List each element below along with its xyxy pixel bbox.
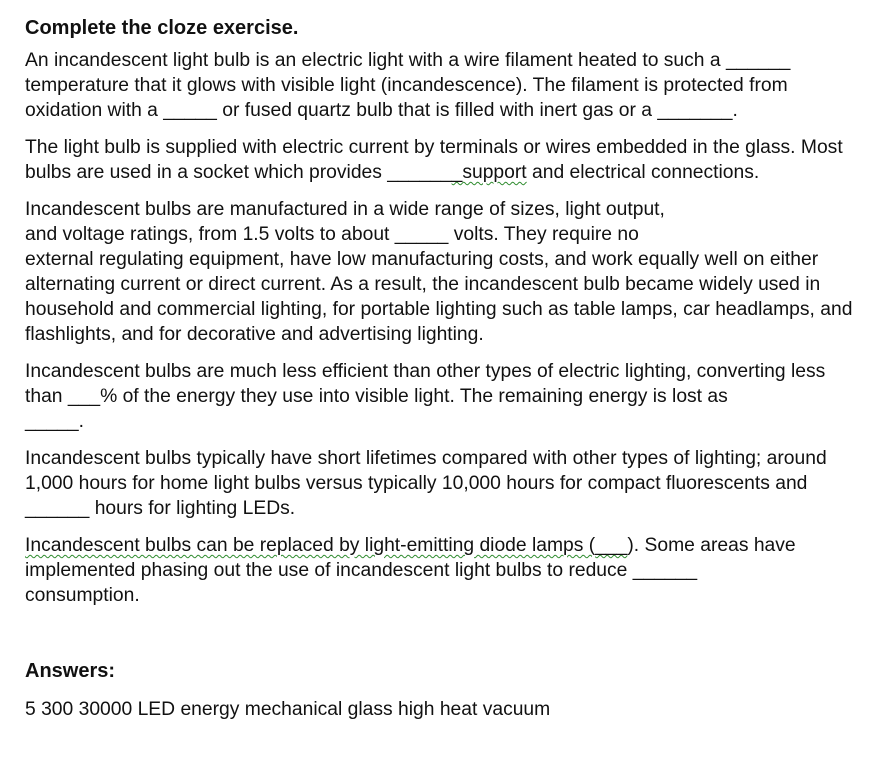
paragraph-4-text-c: .: [78, 411, 84, 432]
paragraph-5-text-a: Incandescent bulbs typically have short …: [25, 448, 827, 494]
paragraph-6-text-c: consumption.: [25, 585, 140, 606]
paragraph-5: Incandescent bulbs typically have short …: [25, 446, 855, 521]
blank-1-1: ______: [725, 50, 791, 71]
paragraph-2-text-c: and electrical connections.: [526, 162, 760, 183]
blank-1-2: _____: [163, 100, 217, 121]
paragraph-3-text-d: external regulating equipment, have low …: [25, 249, 853, 345]
blank-6-1: ___: [595, 535, 628, 556]
answers-text: 5 300 30000 LED energy mechanical glass …: [25, 699, 551, 720]
document-page: Complete the cloze exercise. An incandes…: [0, 0, 871, 762]
paragraph-1-text-d: .: [732, 100, 738, 121]
paragraph-3-text-c: volts. They require no: [448, 224, 639, 245]
paragraph-3-text-a: Incandescent bulbs are manufactured in a…: [25, 199, 665, 220]
blank-2-1: ______: [387, 162, 452, 183]
paragraph-4: Incandescent bulbs are much less efficie…: [25, 359, 855, 434]
blank-6-2: ______: [632, 560, 698, 581]
paragraph-3: Incandescent bulbs are manufactured in a…: [25, 197, 855, 347]
paragraph-5-text-b: hours for lighting LEDs.: [89, 498, 296, 519]
answers-heading: Answers:: [25, 660, 116, 682]
blank-1-3: _______: [657, 100, 733, 121]
paragraph-4-text-b: % of the energy they use into visible li…: [100, 386, 728, 407]
blank-4-1: ___: [67, 386, 101, 407]
exercise-title: Complete the cloze exercise.: [25, 17, 299, 39]
blank-3-1: _____: [394, 224, 449, 245]
paragraph-1-text-a: An incandescent light bulb is an electri…: [25, 50, 726, 71]
paragraph-3-text-b: and voltage ratings, from 1.5 volts to a…: [25, 224, 395, 245]
paragraph-1: An incandescent light bulb is an electri…: [25, 48, 855, 123]
spellcheck-sentence: Incandescent bulbs can be replaced by li…: [25, 535, 627, 556]
paragraph-6-text-a: Incandescent bulbs can be replaced by li…: [25, 535, 596, 556]
paragraph-1-text-c: or fused quartz bulb that is filled with…: [216, 100, 658, 121]
blank-4-2: _____: [25, 411, 79, 432]
paragraph-2: The light bulb is supplied with electric…: [25, 135, 855, 185]
spellcheck-word-support: _support: [451, 162, 527, 183]
paragraph-6: Incandescent bulbs can be replaced by li…: [25, 533, 855, 608]
blank-5-1: ______: [25, 498, 90, 519]
